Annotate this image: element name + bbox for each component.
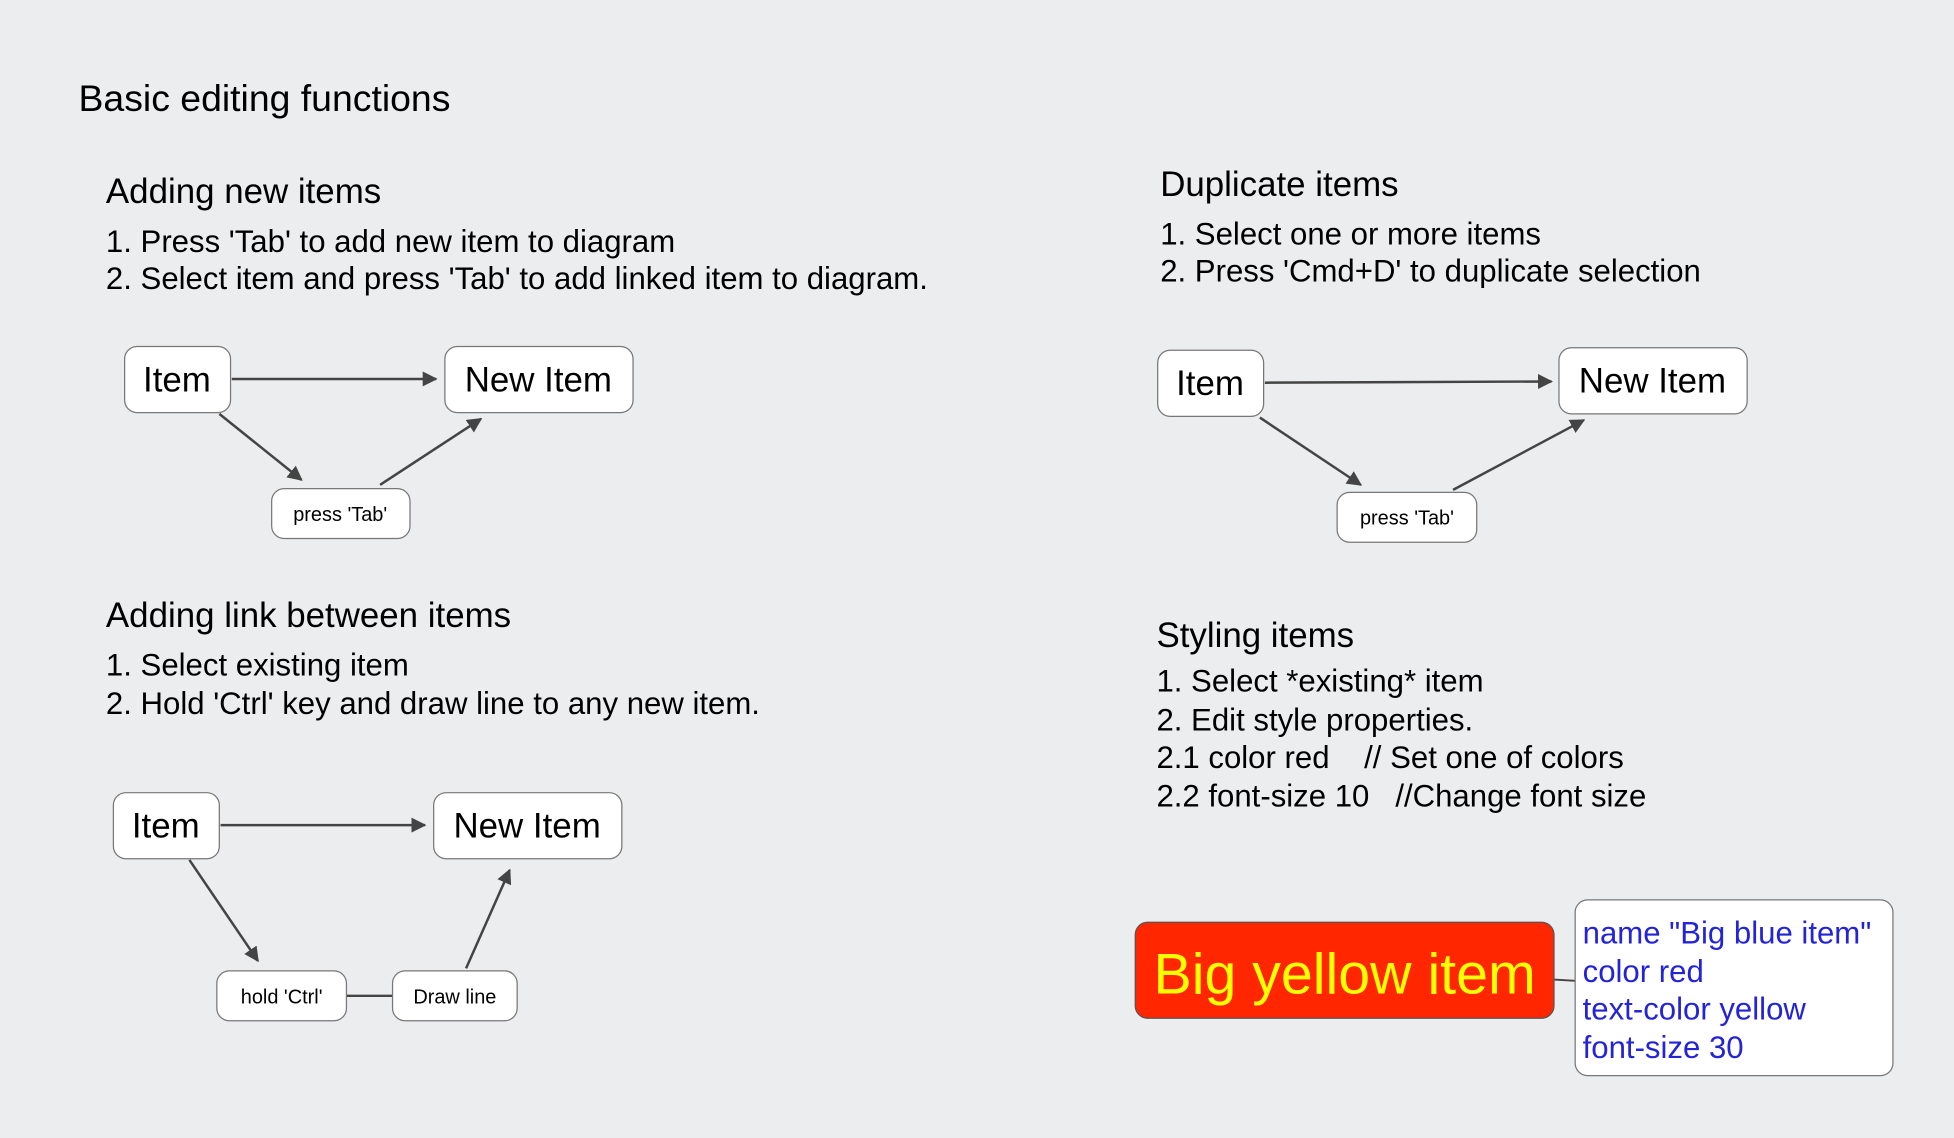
instruction-line: 2. Press 'Cmd+D' to duplicate selection	[1160, 254, 1701, 289]
section-heading-duplicate: Duplicate items	[1160, 165, 1398, 204]
node-label: New Item	[465, 360, 612, 399]
edge[interactable]	[188, 859, 259, 963]
instruction-line: 2. Hold 'Ctrl' key and draw line to any …	[106, 686, 760, 721]
node-item[interactable]: Item	[112, 792, 220, 860]
node-draw-line[interactable]: Draw line	[391, 970, 518, 1022]
node-step[interactable]: press 'Tab'	[1336, 491, 1478, 543]
diagram-adding-new: Item New Item press 'Tab'	[123, 345, 634, 540]
node-new-item[interactable]: New Item	[444, 345, 634, 414]
node-step[interactable]: press 'Tab'	[271, 487, 411, 540]
edge[interactable]	[1553, 978, 1576, 982]
node-label: press 'Tab'	[1360, 508, 1454, 530]
edge[interactable]	[1452, 418, 1586, 491]
node-label: New Item	[453, 807, 600, 846]
diagram-adding-link: Item New Item hold 'Ctrl' Draw line	[112, 792, 623, 1022]
diagram-duplicate: Item New Item press 'Tab'	[1157, 347, 1748, 543]
note-style-properties[interactable]: name "Big blue item" color red text-colo…	[1574, 899, 1894, 1077]
node-item[interactable]: Item	[1157, 349, 1265, 417]
node-label: Big yellow item	[1154, 942, 1536, 1006]
note-line: text-color yellow	[1583, 991, 1807, 1026]
instruction-line: 2.1 color red // Set one of colors	[1156, 740, 1623, 775]
node-label: Item	[132, 807, 200, 846]
note-line: name "Big blue item"	[1583, 915, 1872, 950]
node-label: hold 'Ctrl'	[241, 986, 323, 1008]
node-label: Item	[1176, 364, 1244, 403]
instruction-line: 1. Select one or more items	[1160, 216, 1541, 251]
diagram-canvas: Basic editing functions Adding new items…	[79, 77, 1894, 1077]
node-new-item[interactable]: New Item	[1558, 347, 1748, 415]
section-heading-adding-link: Adding link between items	[106, 596, 511, 635]
note-line: color red	[1583, 954, 1704, 989]
instruction-line: 2. Edit style properties.	[1156, 702, 1473, 737]
page-title: Basic editing functions	[79, 77, 451, 119]
edge[interactable]	[379, 417, 483, 486]
instruction-line: 2.2 font-size 10 //Change font size	[1156, 778, 1646, 813]
instruction-line: 1. Select *existing* item	[1156, 664, 1483, 699]
instruction-line: 1. Press 'Tab' to add new item to diagra…	[106, 224, 675, 259]
styling-example: Big yellow item name "Big blue item" col…	[1134, 899, 1894, 1077]
node-label: Item	[143, 360, 211, 399]
node-label: press 'Tab'	[293, 504, 387, 526]
node-big-yellow-item[interactable]: Big yellow item	[1134, 921, 1555, 1019]
instruction-line: 1. Select existing item	[106, 648, 409, 683]
edge[interactable]	[218, 412, 303, 481]
node-label: New Item	[1579, 362, 1726, 401]
edge[interactable]	[1259, 416, 1363, 486]
node-hold-ctrl[interactable]: hold 'Ctrl'	[216, 970, 348, 1022]
edge[interactable]	[464, 868, 512, 969]
instruction-line: 2. Select item and press 'Tab' to add li…	[106, 261, 928, 296]
node-item[interactable]: Item	[123, 345, 232, 414]
note-line: font-size 30	[1583, 1030, 1744, 1065]
section-heading-adding-new: Adding new items	[106, 172, 381, 211]
edge[interactable]	[1264, 374, 1553, 389]
node-new-item[interactable]: New Item	[433, 792, 623, 860]
section-heading-styling: Styling items	[1156, 616, 1354, 655]
node-label: Draw line	[413, 986, 496, 1008]
